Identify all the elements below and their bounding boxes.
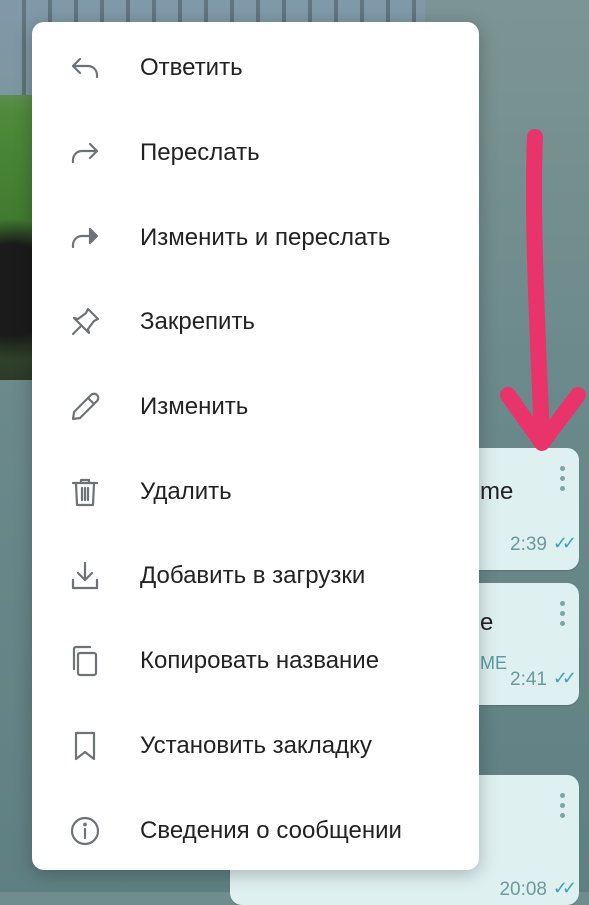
menu-item-copy-name[interactable]: Копировать название — [32, 619, 479, 704]
menu-item-pin[interactable]: Закрепить — [32, 280, 479, 365]
download-icon — [65, 556, 105, 596]
pencil-icon — [65, 387, 105, 427]
forward-icon — [65, 133, 105, 173]
message-context-menu: Ответить Переслать Изменить и переслать … — [32, 22, 479, 870]
annotation-arrow-icon — [500, 129, 586, 451]
menu-item-label: Удалить — [140, 477, 232, 505]
menu-item-message-info[interactable]: Сведения о сообщении — [32, 788, 479, 873]
menu-item-edit[interactable]: Изменить — [32, 365, 479, 450]
bookmark-icon — [65, 726, 105, 766]
message-subtext: ME — [480, 653, 507, 673]
more-options-icon[interactable] — [560, 466, 565, 496]
message-time: 2:41 — [510, 669, 547, 690]
double-check-icon: ✓✓ — [552, 878, 577, 898]
menu-item-label: Изменить — [140, 393, 249, 421]
info-icon — [65, 811, 105, 851]
message-text: e — [480, 609, 494, 636]
reply-icon — [65, 48, 105, 88]
double-check-icon: ✓✓ — [552, 668, 577, 688]
double-check-icon: ✓✓ — [552, 533, 577, 553]
copy-icon — [65, 641, 105, 681]
menu-item-delete[interactable]: Удалить — [32, 449, 479, 534]
menu-item-label: Закрепить — [140, 308, 255, 336]
trash-icon — [65, 472, 105, 512]
menu-item-add-downloads[interactable]: Добавить в загрузки — [32, 534, 479, 619]
menu-item-label: Сведения о сообщении — [140, 816, 402, 844]
menu-item-label: Копировать название — [140, 647, 380, 675]
more-options-icon[interactable] — [560, 793, 565, 823]
edit-forward-icon — [65, 218, 105, 258]
pin-icon — [65, 302, 105, 342]
message-text: me — [480, 478, 514, 505]
message-time: 20:08 — [499, 879, 547, 900]
menu-item-bookmark[interactable]: Установить закладку — [32, 704, 479, 789]
menu-item-reply[interactable]: Ответить — [32, 26, 479, 111]
menu-item-edit-forward[interactable]: Изменить и переслать — [32, 195, 479, 280]
message-time: 2:39 — [510, 534, 547, 555]
more-options-icon[interactable] — [560, 601, 565, 631]
menu-item-label: Установить закладку — [140, 731, 372, 759]
menu-item-label: Изменить и переслать — [140, 223, 391, 251]
menu-item-label: Ответить — [140, 54, 243, 82]
menu-item-label: Добавить в загрузки — [140, 562, 366, 590]
menu-item-label: Переслать — [140, 139, 260, 167]
menu-item-forward[interactable]: Переслать — [32, 111, 479, 196]
